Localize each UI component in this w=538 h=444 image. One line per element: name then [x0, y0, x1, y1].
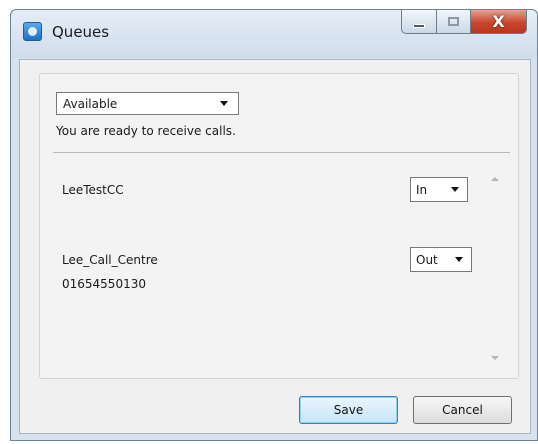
title-bar[interactable]: Queues X [11, 10, 537, 58]
queue-state-value: In [416, 182, 428, 197]
scroll-up-icon[interactable] [491, 177, 499, 181]
availability-select[interactable]: Available [56, 92, 239, 115]
minimize-icon [413, 23, 425, 28]
caption-buttons: X [401, 10, 527, 36]
queues-app-icon [23, 22, 42, 41]
chevron-down-icon [455, 257, 463, 262]
queue-state-value: Out [416, 252, 438, 267]
queues-window: Queues X Available You are ready to rece… [10, 9, 538, 441]
queue-state-select-leetestcc[interactable]: In [410, 177, 468, 202]
close-icon: X [492, 12, 505, 31]
status-message: You are ready to receive calls. [56, 124, 236, 138]
dialog-body: Available You are ready to receive calls… [19, 59, 531, 434]
minimize-button[interactable] [401, 10, 437, 34]
queue-list: LeeTestCC In Lee_Call_Centre 01654550130… [40, 154, 480, 374]
queue-list-scrollbar[interactable] [487, 171, 503, 366]
window-title: Queues [52, 23, 110, 41]
scroll-down-icon[interactable] [491, 356, 499, 360]
queue-phone-number: 01654550130 [62, 277, 146, 291]
cancel-button[interactable]: Cancel [413, 396, 512, 424]
queue-name-leetestcc: LeeTestCC [62, 183, 124, 197]
queue-state-select-lee-call-centre[interactable]: Out [410, 247, 472, 272]
chevron-down-icon [451, 187, 459, 192]
close-button[interactable]: X [471, 10, 527, 34]
save-button[interactable]: Save [299, 396, 398, 424]
queues-panel: Available You are ready to receive calls… [39, 73, 519, 379]
divider [53, 152, 510, 153]
availability-selected-value: Available [63, 96, 118, 111]
maximize-icon [448, 17, 459, 26]
queue-name-lee-call-centre: Lee_Call_Centre [62, 253, 158, 267]
maximize-button[interactable] [437, 10, 471, 34]
chevron-down-icon [220, 101, 228, 106]
